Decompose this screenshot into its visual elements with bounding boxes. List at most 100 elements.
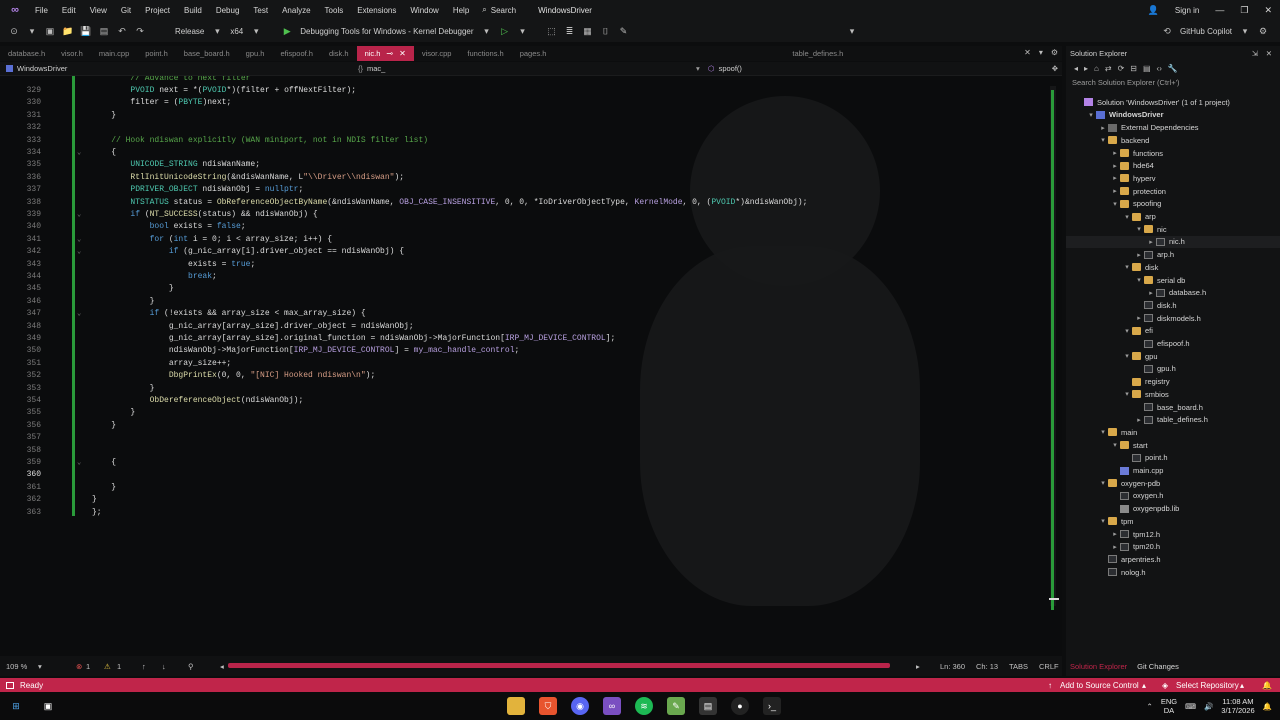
visual-studio-icon[interactable]: ∞ (603, 697, 621, 715)
tree-item-hyperv[interactable]: ▸ hyperv (1066, 172, 1280, 185)
code-line[interactable]: 339 ⌄ if (NT_SUCCESS(status) && ndisWanOb… (0, 208, 1040, 220)
up-arrow-icon[interactable]: ↑ (1048, 681, 1052, 690)
tree-item-windowsdriver[interactable]: ▾ WindowsDriver (1066, 109, 1280, 122)
tree-item-tpm[interactable]: ▾ tpm (1066, 515, 1280, 528)
forward-icon[interactable]: ▾ (26, 25, 38, 37)
tree-item-nic-h[interactable]: ▸ nic.h (1066, 235, 1280, 249)
notification-center-icon[interactable]: 🔔 (1263, 702, 1272, 711)
tab-database-h[interactable]: database.h (0, 46, 53, 61)
home-icon[interactable]: ⌂ (1094, 64, 1099, 73)
tree-item-arpentries-h[interactable]: arpentries.h (1066, 553, 1280, 566)
chevron-right-icon[interactable]: ▸ (1110, 187, 1120, 195)
tree-item-database-h[interactable]: ▸ database.h (1066, 287, 1280, 300)
code-line[interactable]: 351 array_size++; (0, 357, 1040, 369)
menu-item-analyze[interactable]: Analyze (275, 6, 317, 15)
tab-visor-cpp[interactable]: visor.cpp (414, 46, 460, 61)
platform-dropdown[interactable]: x64 (226, 27, 247, 36)
fold-toggle-icon[interactable]: ⌄ (77, 309, 83, 318)
code-line[interactable]: 362} (0, 494, 1040, 506)
code-line[interactable]: 348 g_nic_array[array_size].driver_objec… (0, 320, 1040, 332)
start-debugging-icon[interactable]: ▶ (281, 25, 293, 37)
chevron-down-icon[interactable]: ▾ (250, 25, 262, 37)
settings-icon[interactable]: ⚙ (1051, 48, 1058, 57)
tree-item-tpm20-h[interactable]: ▸ tpm20.h (1066, 541, 1280, 554)
fold-toggle-icon[interactable]: ⌄ (77, 210, 83, 219)
code-line[interactable]: 345 } (0, 283, 1040, 295)
github-copilot-button[interactable]: GitHub Copilot (1176, 27, 1236, 36)
solution-config-icon[interactable]: ▣ (44, 25, 56, 37)
tree-item-diskmodels-h[interactable]: ▸ diskmodels.h (1066, 312, 1280, 325)
collapse-all-icon[interactable]: ⊟ (1130, 64, 1137, 73)
code-view-icon[interactable]: ‹› (1157, 64, 1162, 73)
forward-icon[interactable]: ▸ (1084, 64, 1088, 73)
save-all-icon[interactable]: ▤ (98, 25, 110, 37)
chevron-down-icon[interactable]: ▾ (1110, 441, 1120, 449)
back-icon[interactable]: ⊙ (8, 25, 20, 37)
chevron-right-icon[interactable]: ▸ (1110, 149, 1120, 157)
tree-item-gpu[interactable]: ▾ gpu (1066, 350, 1280, 363)
menu-item-help[interactable]: Help (446, 6, 476, 15)
code-line[interactable]: 329 PVOID next = *(PVOID*)(filter + offN… (0, 84, 1040, 96)
tree-item-disk-h[interactable]: disk.h (1066, 299, 1280, 312)
chevron-right-icon[interactable]: ▸ (1110, 162, 1120, 170)
code-line[interactable]: 333 // Hook ndiswan explicitly (WAN mini… (0, 134, 1040, 146)
chevron-right-icon[interactable]: ▸ (1134, 416, 1144, 424)
code-line[interactable]: 354 ObDereferenceObject(ndisWanObj); (0, 394, 1040, 406)
code-line[interactable]: 342 ⌄ if (g_nic_array[i].driver_object ==… (0, 246, 1040, 258)
tab-disk-h[interactable]: disk.h (321, 46, 357, 61)
tab-git-changes[interactable]: Git Changes (1137, 662, 1179, 671)
chevron-right-icon[interactable]: ▸ (1134, 314, 1144, 322)
code-line[interactable]: 341 ⌄ for (int i = 0; i < array_size; i++… (0, 233, 1040, 245)
close-icon[interactable]: ✕ (1024, 48, 1031, 57)
fold-toggle-icon[interactable]: ⌄ (77, 458, 83, 467)
start-without-debugging-icon[interactable]: ▷ (499, 25, 511, 37)
tree-item-oxygenpdb-lib[interactable]: oxygenpdb.lib (1066, 502, 1280, 515)
code-line[interactable]: 335 UNICODE_STRING ndisWanName; (0, 159, 1040, 171)
tree-item-registry[interactable]: registry (1066, 375, 1280, 388)
tab-efispoof-h[interactable]: efispoof.h (272, 46, 321, 61)
debugger-dropdown[interactable]: Debugging Tools for Windows - Kernel Deb… (296, 27, 477, 36)
chevron-down-icon[interactable]: ▾ (1122, 352, 1132, 360)
sign-in-link[interactable]: Sign in (1167, 6, 1207, 15)
tab-point-h[interactable]: point.h (137, 46, 176, 61)
menu-item-git[interactable]: Git (114, 6, 138, 15)
indent-mode[interactable]: TABS (1009, 662, 1028, 671)
search-button[interactable]: ⌕ Search (482, 5, 516, 15)
code-line[interactable]: 346 } (0, 295, 1040, 307)
tree-item-start[interactable]: ▾ start (1066, 439, 1280, 452)
pin-icon[interactable]: ⊸ (386, 49, 393, 58)
code-line[interactable]: // Advance to next filter (0, 76, 1040, 84)
code-line[interactable]: 349 g_nic_array[array_size].original_fun… (0, 332, 1040, 344)
menu-item-view[interactable]: View (83, 6, 114, 15)
fold-toggle-icon[interactable]: ⌄ (77, 148, 83, 157)
tree-item-spoofing[interactable]: ▾ spoofing (1066, 198, 1280, 211)
tab-solution-explorer[interactable]: Solution Explorer (1070, 662, 1127, 671)
chevron-down-icon[interactable]: ▾ (1122, 327, 1132, 335)
tree-item-functions[interactable]: ▸ functions (1066, 147, 1280, 160)
account-icon[interactable]: 👤 (1140, 5, 1167, 16)
brave-browser-icon[interactable]: ⛉ (539, 697, 557, 715)
feedback-icon[interactable]: ▾ (846, 25, 858, 37)
github-desktop-icon[interactable]: ● (731, 697, 749, 715)
up-arrow-icon[interactable]: ↑ (142, 662, 146, 671)
tab-main-cpp[interactable]: main.cpp (91, 46, 137, 61)
properties-icon[interactable]: 🔧 (1168, 64, 1178, 73)
add-source-control-button[interactable]: Add to Source Control (1060, 681, 1139, 690)
back-icon[interactable]: ◂ (1074, 64, 1078, 73)
code-line[interactable]: 336 RtlInitUnicodeString(&ndisWanName, L… (0, 171, 1040, 183)
minimize-button[interactable]: — (1207, 5, 1232, 15)
network-icon[interactable]: ⌨ (1185, 702, 1196, 711)
task-view-icon[interactable]: ▣ (39, 697, 57, 715)
terminal-icon[interactable]: ›_ (763, 697, 781, 715)
efi-tool-icon[interactable]: ▤ (699, 697, 717, 715)
undo-icon[interactable]: ↶ (116, 25, 128, 37)
chevron-right-icon[interactable]: ▸ (1098, 124, 1108, 132)
format-icon[interactable]: ✎ (618, 25, 630, 37)
member-dropdown[interactable]: ⬡ spoof() (708, 64, 742, 73)
warning-icon[interactable]: ⚠ (104, 662, 111, 671)
chevron-up-icon[interactable]: ▴ (1240, 681, 1244, 690)
code-line[interactable]: 359 ⌄ { (0, 456, 1040, 468)
close-button[interactable]: ✕ (1256, 5, 1280, 16)
chevron-up-icon[interactable]: ⌃ (1147, 702, 1153, 711)
chevron-down-icon[interactable]: ▾ (211, 25, 223, 37)
